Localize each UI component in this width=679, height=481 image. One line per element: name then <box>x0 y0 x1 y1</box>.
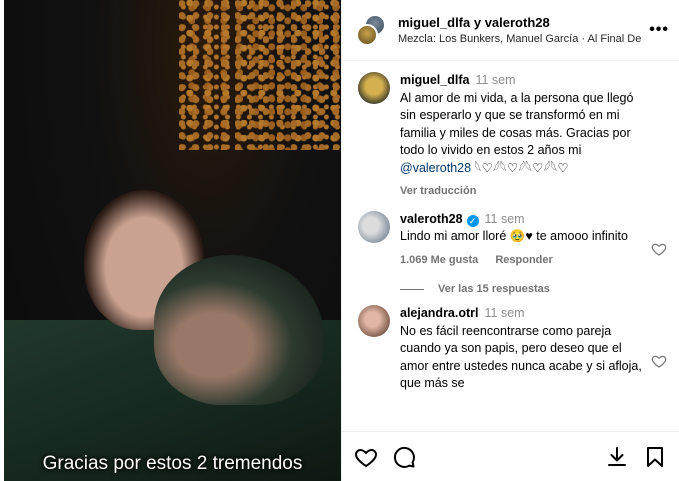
bookmark-icon[interactable] <box>643 445 667 469</box>
view-replies-button[interactable]: Ver las 15 respuestas <box>400 283 667 295</box>
comment-actions: Ver traducción <box>400 183 645 201</box>
comment: valeroth28 ✓ 11 sem Lindo mi amor lloré 🥹♥… <box>358 210 667 270</box>
header-text: miguel_dlfa y valeroth28 Mezcla: Los Bun… <box>398 15 643 45</box>
verified-badge-icon: ✓ <box>466 214 479 227</box>
comment-body: valeroth28 ✓ 11 sem Lindo mi amor lloré 🥹♥… <box>400 211 667 270</box>
comment-caption: miguel_dlfa 11 sem Al amor de mi vida, a … <box>358 72 667 201</box>
post-media[interactable]: Gracias por estos 2 tremendos <box>4 0 341 481</box>
post-side-panel: miguel_dlfa y valeroth28 Mezcla: Los Bun… <box>341 0 679 481</box>
comments-list[interactable]: miguel_dlfa 11 sem Al amor de mi vida, a … <box>342 62 679 431</box>
comment-username[interactable]: alejandra.otrl <box>400 306 479 320</box>
comment-username[interactable]: miguel_dlfa <box>400 73 469 87</box>
comment-text: Al amor de mi vida, a la persona que lle… <box>400 90 634 175</box>
download-icon[interactable] <box>605 445 629 469</box>
translate-link[interactable]: Ver traducción <box>400 185 476 197</box>
post-actions-bar <box>342 431 679 481</box>
comment-time[interactable]: 11 sem <box>485 212 525 226</box>
comment-actions: 1.069 Me gusta Responder <box>400 252 645 270</box>
comment-body: alejandra.otrl 11 sem No es fácil reencon… <box>400 305 667 393</box>
post-header: miguel_dlfa y valeroth28 Mezcla: Los Bun… <box>342 0 679 61</box>
heart-icon[interactable] <box>354 445 378 469</box>
header-usernames[interactable]: miguel_dlfa y valeroth28 <box>398 15 643 30</box>
comment-time[interactable]: 11 sem <box>475 73 515 87</box>
avatar[interactable] <box>358 305 390 337</box>
mention-link[interactable]: @valeroth28 <box>400 161 471 175</box>
comment-text: Lindo mi amor lloré 🥹♥ te amooo infinito <box>400 229 628 243</box>
media-person-man <box>154 255 324 405</box>
comment-icon[interactable] <box>392 445 416 469</box>
avatar[interactable] <box>358 72 390 104</box>
comment-like-heart-icon[interactable] <box>651 353 667 369</box>
likes-count[interactable]: 1.069 Me gusta <box>400 254 478 266</box>
comment: alejandra.otrl 11 sem No es fácil reencon… <box>358 305 667 393</box>
collab-avatars[interactable] <box>356 14 388 46</box>
avatar[interactable] <box>358 210 390 243</box>
comment-username[interactable]: valeroth28 <box>400 212 463 226</box>
header-music[interactable]: Mezcla: Los Bunkers, Manuel García · Al … <box>398 33 643 45</box>
background-leaves <box>179 0 341 150</box>
reply-button[interactable]: Responder <box>495 254 552 266</box>
media-caption-overlay: Gracias por estos 2 tremendos <box>42 453 303 474</box>
comment-body: miguel_dlfa 11 sem Al amor de mi vida, a … <box>400 72 667 201</box>
replies-divider <box>400 288 424 290</box>
avatar-miguel-dlfa[interactable] <box>356 24 378 46</box>
comment-time[interactable]: 11 sem <box>485 306 525 320</box>
more-options-button[interactable]: ••• <box>649 21 669 39</box>
comment-text: No es fácil reencontrarse como pareja cu… <box>400 323 642 391</box>
comment-like-heart-icon[interactable] <box>651 241 667 257</box>
